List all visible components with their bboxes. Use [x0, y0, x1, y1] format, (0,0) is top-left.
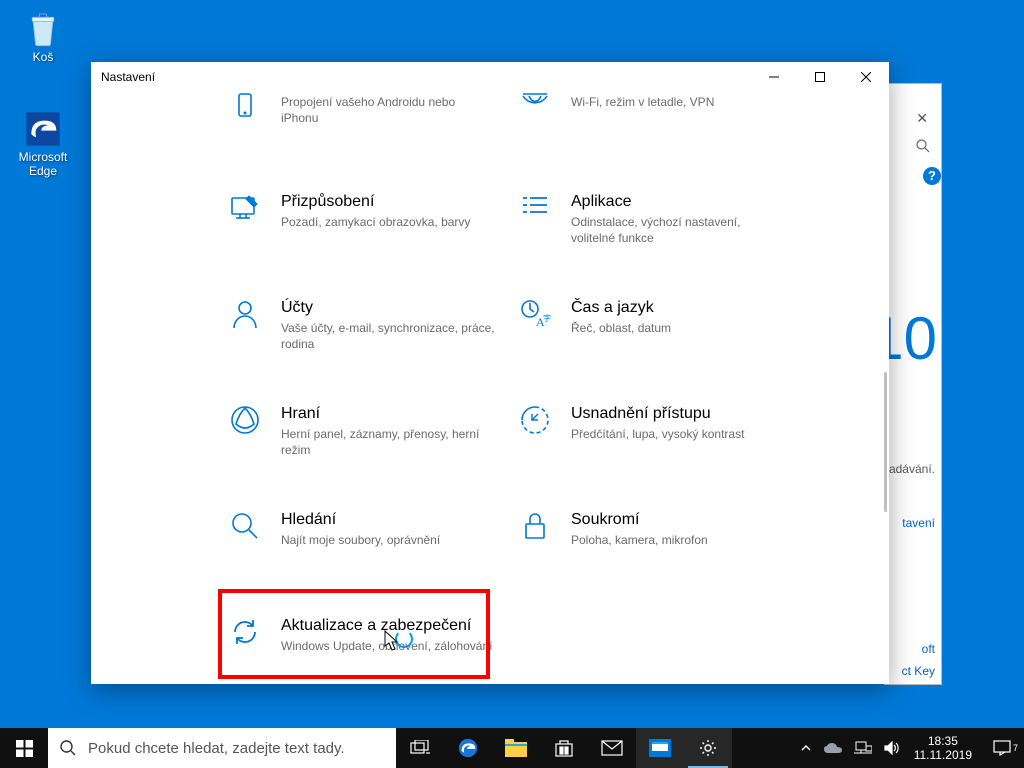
time-language-icon: A字 — [515, 298, 555, 338]
category-search-title: Hledání — [281, 510, 440, 530]
category-gaming-desc: Herní panel, záznamy, přenosy, herní rež… — [281, 426, 495, 458]
system-tray: 18:35 11.11.2019 7 — [794, 728, 1024, 768]
taskbar-store[interactable] — [540, 728, 588, 768]
bgwin-search-icon[interactable] — [915, 138, 931, 154]
recycle-bin[interactable]: Koš — [8, 8, 78, 64]
category-phone-desc: Propojení vašeho Androidu nebo iPhonu — [281, 94, 495, 126]
bgwin-link-fragment-3[interactable]: ct Key — [902, 664, 935, 678]
tray-onedrive-icon[interactable] — [818, 742, 848, 754]
category-apps-desc: Odinstalace, výchozí nastavení, voliteln… — [571, 214, 785, 246]
bgwin-text-fragment: adávání. — [889, 462, 935, 476]
category-ease-of-access[interactable]: Usnadnění přístupu Předčítání, lupa, vyso… — [515, 404, 785, 444]
bgwin-help-icon[interactable]: ? — [923, 167, 941, 185]
category-ease-title: Usnadnění přístupu — [571, 404, 744, 424]
category-personalization-desc: Pozadí, zamykací obrazovka, barvy — [281, 214, 470, 230]
search-icon — [225, 510, 265, 550]
category-personalization-title: Přizpůsobení — [281, 192, 470, 212]
tray-time: 18:35 — [914, 734, 972, 748]
taskbar-mail[interactable] — [588, 728, 636, 768]
start-button[interactable] — [0, 728, 48, 768]
tray-date: 11.11.2019 — [914, 748, 972, 762]
maximize-button[interactable] — [797, 62, 843, 92]
microsoft-edge[interactable]: Microsoft Edge — [8, 108, 78, 178]
recycle-bin-label: Koš — [33, 50, 54, 64]
annotation-highlight — [218, 589, 490, 679]
taskbar-file-explorer[interactable] — [492, 728, 540, 768]
bgwin-link-fragment-1[interactable]: tavení — [902, 516, 935, 530]
personalization-icon — [225, 192, 265, 232]
category-privacy[interactable]: Soukromí Poloha, kamera, mikrofon — [515, 510, 785, 550]
minimize-button[interactable] — [751, 62, 797, 92]
recycle-bin-icon — [22, 8, 64, 50]
window-title: Nastavení — [91, 70, 155, 84]
edge-icon — [22, 108, 64, 150]
tray-clock[interactable]: 18:35 11.11.2019 — [906, 734, 980, 762]
category-privacy-title: Soukromí — [571, 510, 708, 530]
category-apps-title: Aplikace — [571, 192, 785, 212]
close-button[interactable] — [843, 62, 889, 92]
taskbar-app-running[interactable] — [636, 728, 684, 768]
apps-icon — [515, 192, 555, 232]
taskbar: Pokud chcete hledat, zadejte text tady. … — [0, 728, 1024, 768]
edge-label: Microsoft Edge — [8, 150, 78, 178]
category-network[interactable]: Wi-Fi, režim v letadle, VPN — [515, 92, 785, 132]
svg-text:字: 字 — [543, 313, 551, 323]
notification-count: 7 — [1013, 743, 1018, 753]
category-privacy-desc: Poloha, kamera, mikrofon — [571, 532, 708, 548]
task-view-button[interactable] — [396, 728, 444, 768]
background-window: ✕ ? 10 adávání. tavení oft ct Key — [884, 83, 942, 685]
action-center-button[interactable]: 7 — [980, 739, 1024, 757]
category-phone[interactable]: Propojení vašeho Androidu nebo iPhonu — [225, 92, 495, 132]
globe-icon — [515, 92, 555, 132]
category-gaming-title: Hraní — [281, 404, 495, 424]
tray-network-icon[interactable] — [848, 740, 878, 756]
taskbar-settings[interactable] — [684, 728, 732, 768]
ease-of-access-icon — [515, 404, 555, 444]
category-accounts-title: Účty — [281, 298, 495, 318]
category-network-desc: Wi-Fi, režim v letadle, VPN — [571, 94, 714, 110]
category-time-desc: Řeč, oblast, datum — [571, 320, 671, 336]
category-search[interactable]: Hledání Najít moje soubory, oprávnění — [225, 510, 495, 550]
taskbar-search-placeholder: Pokud chcete hledat, zadejte text tady. — [88, 740, 345, 757]
tray-overflow-button[interactable] — [794, 742, 818, 754]
bgwin-close-icon[interactable]: ✕ — [916, 110, 928, 127]
category-ease-desc: Předčítání, lupa, vysoký kontrast — [571, 426, 744, 442]
bgwin-link-fragment-2[interactable]: oft — [922, 642, 935, 656]
category-search-desc: Najít moje soubory, oprávnění — [281, 532, 440, 548]
category-gaming[interactable]: HraníHerní panel, záznamy, přenosy, hern… — [225, 404, 495, 458]
titlebar[interactable]: Nastavení — [91, 62, 889, 92]
taskbar-edge[interactable] — [444, 728, 492, 768]
category-time-title: Čas a jazyk — [571, 298, 671, 318]
accounts-icon — [225, 298, 265, 338]
category-accounts-desc: Vaše účty, e-mail, synchronizace, práce,… — [281, 320, 495, 352]
taskbar-search[interactable]: Pokud chcete hledat, zadejte text tady. — [48, 728, 396, 768]
tray-volume-icon[interactable] — [878, 741, 906, 755]
settings-window: Nastavení Propojení vašeho Androidu nebo… — [91, 62, 889, 684]
phone-icon — [225, 92, 265, 132]
settings-content: Propojení vašeho Androidu nebo iPhonu Wi… — [91, 92, 889, 684]
mouse-cursor-icon — [384, 630, 400, 652]
category-personalization[interactable]: Přizpůsobení Pozadí, zamykací obrazovka, … — [225, 192, 495, 232]
taskbar-search-icon — [48, 739, 88, 757]
gaming-icon — [225, 404, 265, 444]
scrollbar-thumb[interactable] — [884, 372, 887, 512]
privacy-icon — [515, 510, 555, 550]
category-apps[interactable]: AplikaceOdinstalace, výchozí nastavení, … — [515, 192, 785, 246]
category-time-language[interactable]: A字 Čas a jazyk Řeč, oblast, datum — [515, 298, 785, 338]
category-accounts[interactable]: ÚčtyVaše účty, e-mail, synchronizace, pr… — [225, 298, 495, 352]
